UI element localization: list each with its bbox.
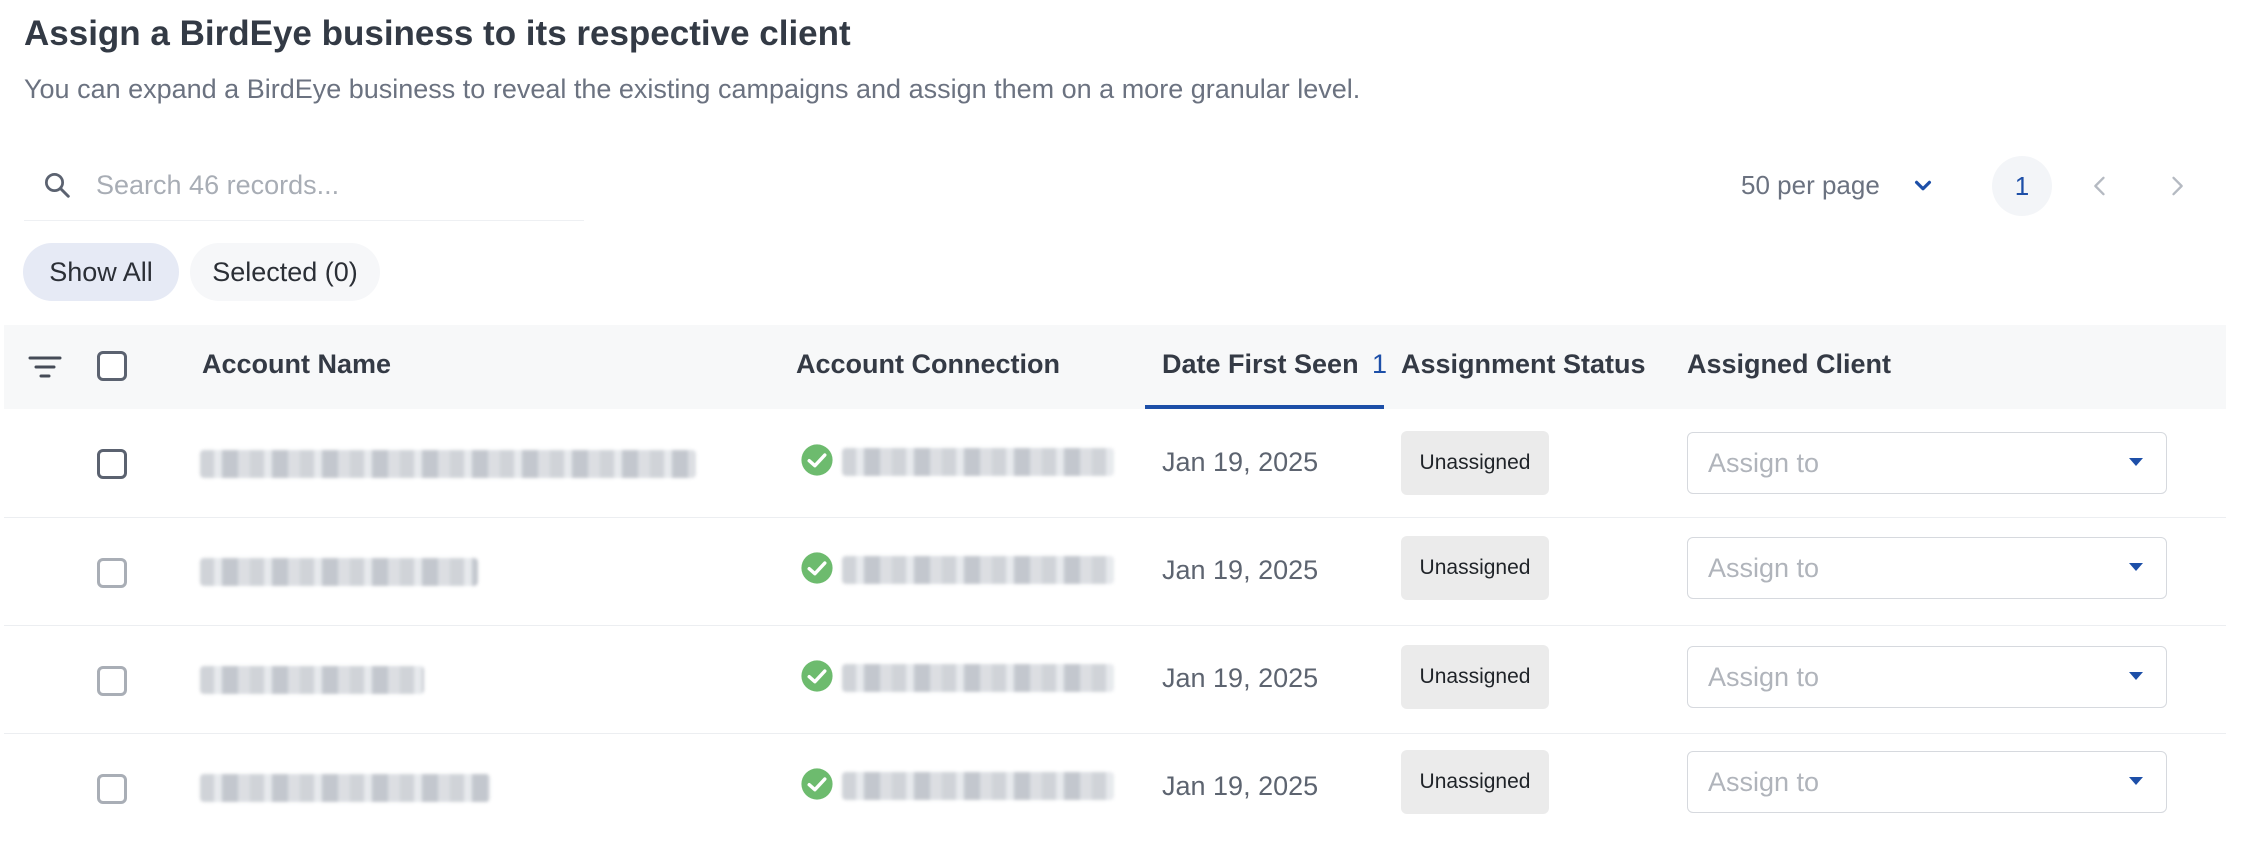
assign-placeholder: Assign to [1708, 662, 1820, 692]
check-circle-icon [801, 552, 833, 584]
filter-icon[interactable] [28, 353, 62, 381]
search-input[interactable] [94, 162, 568, 208]
chevron-left-icon[interactable] [2086, 172, 2114, 200]
page-title: Assign a BirdEye business to its respect… [24, 14, 851, 53]
assign-client-select[interactable]: Assign to [1687, 432, 2167, 494]
assign-client-select[interactable]: Assign to [1687, 537, 2167, 599]
row-checkbox[interactable] [97, 558, 127, 588]
assign-placeholder: Assign to [1708, 767, 1820, 797]
table-row[interactable]: Jan 19, 2025 Unassigned Assign to [4, 410, 2226, 518]
status-badge: Unassigned [1401, 536, 1549, 600]
caret-down-icon [2129, 777, 2143, 785]
chevron-right-icon[interactable] [2163, 172, 2191, 200]
column-assigned-client[interactable]: Assigned Client [1687, 349, 1891, 380]
account-connection-redacted [842, 448, 1114, 476]
chevron-down-icon[interactable] [1912, 175, 1934, 197]
date-first-seen: Jan 19, 2025 [1162, 447, 1319, 477]
account-connection-redacted [842, 556, 1114, 584]
account-name-redacted [200, 774, 490, 802]
account-connection-redacted [842, 664, 1114, 692]
check-circle-icon [801, 660, 833, 692]
sort-underline [1145, 405, 1384, 409]
column-assignment-status[interactable]: Assignment Status [1401, 349, 1646, 380]
row-checkbox[interactable] [97, 449, 127, 479]
search-icon [45, 173, 70, 198]
select-all-checkbox[interactable] [97, 351, 127, 381]
status-badge: Unassigned [1401, 750, 1549, 814]
row-checkbox[interactable] [97, 774, 127, 804]
table-row[interactable]: Jan 19, 2025 Unassigned Assign to [4, 626, 2226, 734]
caret-down-icon [2129, 458, 2143, 466]
assign-client-select[interactable]: Assign to [1687, 646, 2167, 708]
column-date-first-seen[interactable]: Date First Seen [1162, 349, 1359, 380]
account-connection-redacted [842, 772, 1114, 800]
table-row[interactable]: Jan 19, 2025 Unassigned Assign to [4, 518, 2226, 626]
status-badge: Unassigned [1401, 431, 1549, 495]
table-header: Account Name Account Connection Date Fir… [4, 325, 2226, 409]
date-first-seen: Jan 19, 2025 [1162, 555, 1319, 585]
page-number-button[interactable]: 1 [1992, 156, 2052, 216]
status-badge: Unassigned [1401, 645, 1549, 709]
caret-down-icon [2129, 563, 2143, 571]
page-subtitle: You can expand a BirdEye business to rev… [24, 74, 1361, 104]
account-name-redacted [200, 450, 696, 478]
account-name-redacted [200, 666, 424, 694]
assign-placeholder: Assign to [1708, 448, 1820, 478]
assign-placeholder: Assign to [1708, 553, 1820, 583]
check-circle-icon [801, 768, 833, 800]
assign-client-select[interactable]: Assign to [1687, 751, 2167, 813]
search-bar [24, 152, 584, 221]
sort-indicator: 1 [1372, 349, 1388, 379]
check-circle-icon [801, 444, 833, 476]
row-checkbox[interactable] [97, 666, 127, 696]
column-account-name[interactable]: Account Name [202, 349, 391, 380]
caret-down-icon [2129, 672, 2143, 680]
account-name-redacted [200, 558, 478, 586]
date-first-seen: Jan 19, 2025 [1162, 663, 1319, 693]
column-account-connection[interactable]: Account Connection [796, 349, 1060, 380]
per-page-label[interactable]: 50 per page [1741, 170, 1880, 201]
table-row[interactable]: Jan 19, 2025 Unassigned Assign to [4, 734, 2226, 841]
selected-filter-button[interactable]: Selected (0) [190, 243, 380, 301]
date-first-seen: Jan 19, 2025 [1162, 771, 1319, 801]
show-all-button[interactable]: Show All [23, 243, 179, 301]
